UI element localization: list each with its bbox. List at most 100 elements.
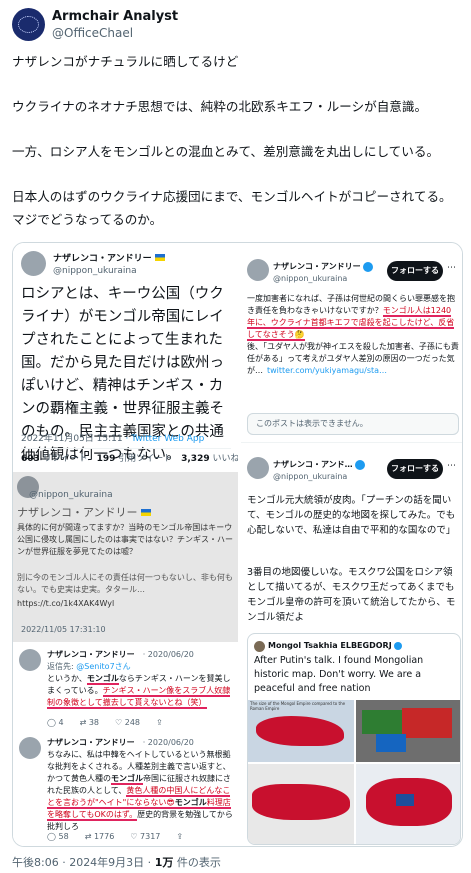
- divider: [21, 448, 231, 449]
- tweet-date-row: 2022年11月05日 15:11 · Twitter Web App: [21, 432, 204, 446]
- reply-icon: ◯ 58: [47, 832, 69, 841]
- avatar: [19, 737, 41, 759]
- quote-name-row: Mongol Tsakhia ELBEGDORJ: [254, 640, 402, 652]
- retweet-label: リツイート: [42, 454, 88, 464]
- reply-stats: ◯ 58 ⇄ 1776 ♡ 7317 ⇪: [47, 831, 183, 843]
- reply-to-label: 返信先:: [47, 662, 77, 671]
- retweet-count: 1776: [93, 832, 115, 841]
- author-name[interactable]: Armchair Analyst: [52, 9, 178, 24]
- body-highlight: モンゴル: [86, 674, 119, 685]
- reply-count: 4: [58, 718, 64, 727]
- reply-icon: ◯ 4: [47, 718, 64, 727]
- left-top-tweet: ナザレンコ・アンドリー @nippon_ukuraina ロシアとは、キーウ公国…: [13, 243, 239, 468]
- tweet-body: 具体的に何が間違ってますか？当時のモンゴル帝国はキーウ公国に侵攻し属国にしたのは…: [17, 523, 233, 556]
- follow-button[interactable]: フォローする: [387, 261, 443, 281]
- heart-icon: ♡ 7317: [130, 832, 161, 841]
- retweet-icon: ⇄ 38: [79, 718, 100, 727]
- tweet-stats: 603 リツイート 199 引用ツイート 3,329 いいね: [21, 452, 239, 466]
- verified-icon: [393, 642, 402, 650]
- heart-icon: ♡ 248: [115, 718, 141, 727]
- unavailable-notice: このポストは表示できません。: [247, 413, 459, 435]
- tweet-date: · 2020/06/20: [142, 738, 194, 747]
- tweet-footer: 午後8:06 · 2024年9月3日 · 1万 件の表示: [12, 854, 221, 870]
- share-icon: ⇪: [176, 832, 184, 841]
- left-reply-2: ナザレンコ・アンドリー · 2020/06/20 ちなみに、私は中韓をヘイトして…: [13, 731, 238, 846]
- tweet-body: 一度加害者になれば、子孫は何世紀の間くらい罪悪感を抱き責任を負わなきゃいけないで…: [247, 293, 459, 377]
- retweet-icon: ⇄ 1776: [84, 832, 115, 841]
- more-icon[interactable]: ⋯: [447, 461, 456, 471]
- share-icon: ⇪: [156, 718, 163, 727]
- tweet-date: · 2020/06/20: [142, 650, 194, 659]
- tweet-body: というか、モンゴルならチンギス・ハーンを賛美しまくっている。チンギス・ハーン像を…: [47, 673, 235, 709]
- tweet-media[interactable]: ナザレンコ・アンドリー @nippon_ukuraina ロシアとは、キーウ公国…: [12, 242, 463, 847]
- left-reply-1: ナザレンコ・アンドリー · 2020/06/20 返信先: @Senito7さん…: [13, 643, 238, 731]
- name-row: ナザレンコ・アンドリー: [273, 261, 373, 273]
- name-row: ナザレンコ・アンドリー · 2020/06/20: [47, 649, 194, 661]
- flag-icon: [140, 508, 151, 516]
- tweet-author-name: ナザレンコ・アンドリー: [17, 506, 138, 519]
- reply-stats: ◯ 4 ⇄ 38 ♡ 248 ⇪: [47, 717, 163, 729]
- tweet-body: ちなみに、私は中韓をヘイトしているという無根拠な批判をよくされる。人種差別主義で…: [47, 749, 235, 833]
- avatar: [21, 251, 46, 276]
- tweet-author-handle: @nippon_ukuraina: [273, 274, 348, 283]
- body-text: というか、: [47, 674, 87, 683]
- quote-tweet[interactable]: Mongol Tsakhia ELBEGDORJ After Putin's t…: [247, 633, 461, 845]
- like-label: いいね: [212, 454, 240, 464]
- name-row: ナザレンコ・アンドリー: [53, 251, 165, 264]
- tweet-body-2: 3番目の地図優しいな。モスクワ公国をロシア領として描いてるが、モスクワ王だってあ…: [247, 567, 456, 623]
- tweet-link[interactable]: twitter.com/yukiyamagu/sta…: [267, 366, 387, 375]
- like-count: 7317: [140, 832, 161, 841]
- tweet-author-name: ナザレンコ・アンド…: [273, 460, 353, 469]
- body-highlight: モンゴル: [111, 774, 143, 785]
- tweet-body: モンゴル元大統領が皮肉。「プーチンの話を聞いて、モンゴルの歴史的な地図を探してみ…: [247, 495, 456, 536]
- quote-author-name: Mongol Tsakhia ELBEGDORJ: [268, 641, 392, 650]
- author-handle[interactable]: @OfficeChael: [52, 26, 133, 40]
- tweet-author-name: ナザレンコ・アンドリー: [47, 738, 135, 747]
- tweet-author-name: ナザレンコ・アンドリー: [273, 262, 361, 271]
- name-row: ナザレンコ・アンド…: [273, 459, 365, 471]
- body-highlight: モンゴル: [174, 798, 207, 809]
- map-image-2: [356, 700, 460, 762]
- like-count: 248: [124, 718, 141, 727]
- verified-icon: [354, 460, 365, 470]
- reply-count: 58: [58, 832, 69, 841]
- avatar: [247, 259, 269, 281]
- view-count: 1万: [154, 856, 174, 869]
- tweet-author-handle: @nippon_ukuraina: [53, 266, 137, 276]
- reply-to-handle[interactable]: @Senito7さん: [76, 662, 130, 671]
- left-image: ナザレンコ・アンドリー @nippon_ukuraina ロシアとは、キーウ公国…: [13, 243, 239, 846]
- author-avatar[interactable]: [12, 8, 45, 41]
- tweet-body-2: 別に今のモンゴル人にその責任は何一つもないし、非も何もない。でも史実は史実。タタ…: [17, 573, 233, 594]
- like-count: 3,329: [181, 454, 210, 464]
- tweet-time[interactable]: 午後8:06 · 2024年9月3日 ·: [12, 856, 155, 869]
- tweet-text: ナザレンコがナチュラルに晒してるけど ウクライナのネオナチ思想では、純粋の北欧系…: [12, 54, 452, 227]
- quote-body: After Putin's talk. I found Mongolian hi…: [254, 655, 424, 694]
- more-icon[interactable]: ⋯: [447, 263, 456, 273]
- tweet-link[interactable]: https://t.co/1k4XAK4Wyl: [17, 598, 114, 610]
- right-bottom-tweet: ナザレンコ・アンド… @nippon_ukuraina フォローする ⋯ モンゴ…: [241, 451, 462, 846]
- tweet-date: 2022年11月05日 15:11: [21, 434, 123, 444]
- map-image-1: The size of the Mongol Empire compared t…: [248, 700, 354, 762]
- quote-label: 引用ツイート: [118, 454, 173, 464]
- tweet-author-name: ナザレンコ・アンドリー: [47, 650, 135, 659]
- tweet-author-handle: @nippon_ukuraina: [29, 490, 113, 500]
- map-image-3: [248, 764, 354, 844]
- quote-count: 199: [96, 454, 116, 464]
- follow-button[interactable]: フォローする: [387, 459, 443, 479]
- quote-avatar: [254, 640, 265, 652]
- tweet-date: 2022/11/05 17:31:10: [21, 625, 106, 634]
- avatar: [247, 457, 269, 479]
- tweet-via: · Twitter Web App: [125, 434, 205, 444]
- avatar: [19, 649, 41, 671]
- flag-icon: [154, 254, 165, 261]
- right-image: ナザレンコ・アンドリー @nippon_ukuraina フォローする ⋯ 一度…: [241, 243, 462, 846]
- name-row: ナザレンコ・アンドリー: [17, 504, 151, 520]
- verified-icon: [362, 262, 373, 272]
- view-label: 件の表示: [173, 856, 221, 869]
- map-image-4: [356, 764, 460, 844]
- reply-to: 返信先: @Senito7さん: [47, 661, 131, 673]
- right-top-tweet: ナザレンコ・アンドリー @nippon_ukuraina フォローする ⋯ 一度…: [241, 243, 462, 443]
- retweet-count: 38: [88, 718, 100, 727]
- retweet-count: 603: [21, 454, 40, 464]
- tweet-author-name: ナザレンコ・アンドリー: [53, 254, 152, 264]
